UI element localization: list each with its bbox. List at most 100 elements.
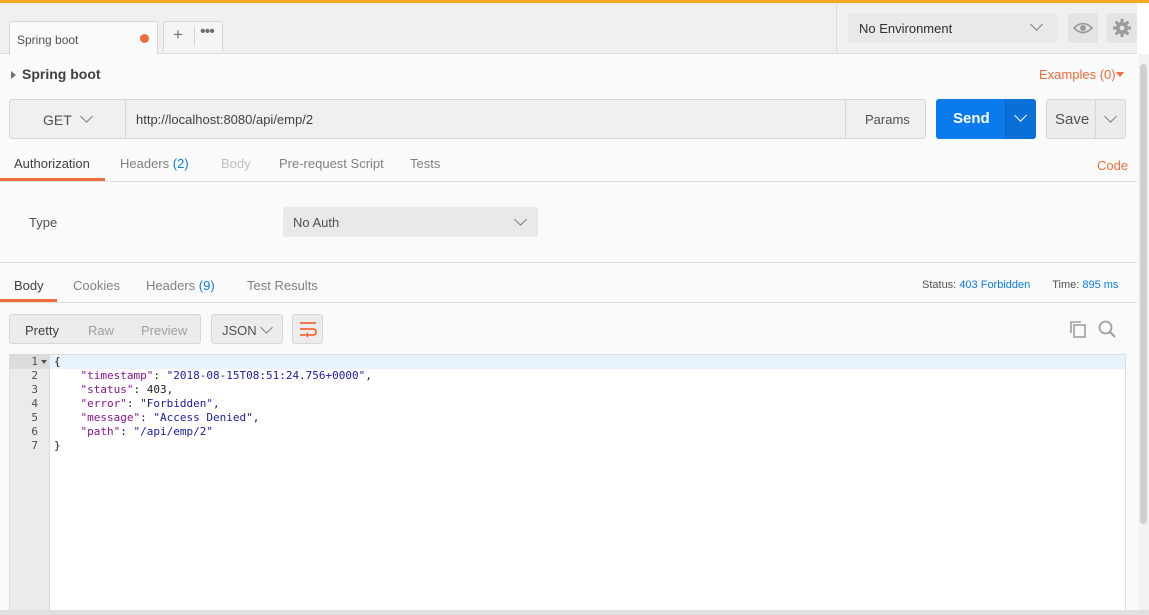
environment-select-value: No Environment: [859, 21, 953, 36]
json-value: "/api/emp/2": [133, 425, 213, 438]
json-value: "Forbidden": [140, 397, 213, 410]
environment-quick-look-button[interactable]: [1068, 13, 1098, 43]
json-comma: ,: [166, 383, 174, 396]
auth-type-value: No Auth: [293, 215, 340, 230]
send-label: Send: [953, 110, 990, 127]
preview-button[interactable]: Preview: [141, 323, 187, 338]
time-label: Time:: [1052, 279, 1080, 291]
tab-response-headers-count: (9): [198, 278, 215, 293]
json-value: "Access Denied": [153, 411, 253, 424]
save-label: Save: [1055, 111, 1090, 128]
scrollbar-thumb[interactable]: [1140, 64, 1147, 524]
chevron-down-icon: [260, 321, 273, 334]
vertical-scrollbar[interactable]: [1138, 54, 1149, 615]
wrap-lines-icon: [300, 322, 317, 338]
method-select[interactable]: GET: [10, 100, 126, 138]
line-number: 1: [31, 355, 38, 368]
code-line-status: "status": 403,: [80, 383, 174, 396]
request-tab-label: Spring boot: [17, 33, 79, 47]
chevron-down-icon: [1014, 109, 1027, 122]
url-input[interactable]: [127, 100, 845, 138]
tab-body[interactable]: Body: [221, 156, 251, 171]
tab-test-results[interactable]: Test Results: [247, 278, 318, 293]
status-value[interactable]: 403 Forbidden: [959, 279, 1030, 291]
save-options-button[interactable]: [1095, 99, 1126, 139]
response-divider: [0, 262, 1137, 263]
environment-divider: [836, 3, 837, 53]
more-tabs-icon[interactable]: •••: [200, 23, 215, 41]
gear-icon: [1113, 19, 1131, 37]
raw-button[interactable]: Raw: [88, 323, 114, 338]
tab-headers-label: Headers: [120, 156, 170, 171]
line-number: 2: [31, 369, 38, 382]
active-line-highlight: [50, 355, 1125, 369]
tab-response-cookies[interactable]: Cookies: [73, 278, 120, 293]
code-line-path: "path": "/api/emp/2": [80, 425, 213, 438]
pretty-button[interactable]: Pretty: [25, 323, 59, 338]
tab-response-headers[interactable]: Headers (9): [146, 278, 215, 293]
tab-actions-divider: [194, 26, 195, 46]
tab-response-body[interactable]: Body: [14, 278, 44, 293]
json-key: "message": [80, 411, 141, 424]
json-comma: ,: [365, 369, 372, 382]
auth-type-select[interactable]: No Auth: [283, 207, 538, 237]
json-comma: ,: [212, 397, 220, 410]
save-button[interactable]: Save: [1046, 99, 1096, 139]
params-button[interactable]: Params: [845, 100, 926, 138]
json-key: "path": [80, 425, 121, 438]
json-value: "2018-08-15T08:51:24.756+0000": [166, 369, 366, 382]
tab-authorization[interactable]: Authorization: [14, 156, 90, 171]
tab-tests[interactable]: Tests: [410, 156, 440, 171]
time-value[interactable]: 895 ms: [1082, 279, 1118, 291]
examples-caret-icon: [1116, 72, 1124, 77]
send-options-button[interactable]: [1005, 99, 1036, 139]
json-key: "status": [80, 383, 134, 396]
wrap-lines-button[interactable]: [292, 314, 323, 344]
format-value: JSON: [222, 323, 257, 338]
json-key: "timestamp": [80, 369, 154, 382]
response-tabs-divider: [0, 302, 1137, 303]
unsaved-dot-icon: [140, 34, 149, 43]
eye-icon: [1073, 22, 1093, 34]
response-body-editor[interactable]: 1 2 3 4 5 6 7 { "timestamp": "2018-08-15…: [9, 354, 1126, 615]
chevron-down-icon: [1104, 110, 1117, 123]
code-line-open-brace: {: [54, 355, 61, 368]
line-number: 3: [31, 383, 38, 396]
tab-headers[interactable]: Headers (2): [120, 156, 189, 171]
json-value: 403: [146, 383, 167, 396]
collection-title[interactable]: Spring boot: [22, 66, 101, 82]
status-label: Status:: [922, 279, 957, 291]
search-icon[interactable]: [1097, 319, 1117, 339]
code-line-timestamp: "timestamp": "2018-08-15T08:51:24.756+00…: [80, 369, 372, 382]
bottom-edge: [0, 610, 1149, 615]
tab-prerequest-script[interactable]: Pre-request Script: [279, 156, 384, 171]
copy-icon[interactable]: [1068, 319, 1088, 339]
view-mode-group: Pretty Raw Preview: [9, 314, 201, 344]
format-select[interactable]: JSON: [211, 314, 283, 344]
settings-button[interactable]: [1107, 13, 1137, 43]
fold-caret-icon[interactable]: [41, 360, 47, 364]
line-number: 5: [31, 411, 38, 424]
code-line-message: "message": "Access Denied",: [80, 411, 260, 424]
chevron-down-icon: [80, 110, 93, 123]
caret-right-icon[interactable]: [11, 71, 16, 79]
chevron-down-icon: [1030, 18, 1043, 31]
request-tab[interactable]: Spring boot: [9, 21, 158, 54]
url-bar: GET Params: [9, 99, 926, 139]
params-label: Params: [865, 112, 910, 127]
response-status: Status: 403 Forbidden Time: 895 ms: [922, 279, 1118, 291]
chevron-down-icon: [514, 213, 527, 226]
line-number: 4: [31, 397, 38, 410]
json-comma: ,: [252, 411, 260, 424]
request-tabs-divider: [0, 181, 1137, 182]
environment-select[interactable]: No Environment: [848, 13, 1057, 43]
new-tab-plus-icon[interactable]: +: [173, 25, 183, 45]
code-link[interactable]: Code: [1097, 158, 1128, 173]
examples-dropdown[interactable]: Examples (0): [1039, 67, 1116, 82]
auth-type-label: Type: [29, 215, 58, 230]
tab-actions: + •••: [163, 21, 223, 51]
line-number: 7: [31, 439, 38, 452]
method-value: GET: [43, 112, 72, 128]
code-line-error: "error": "Forbidden",: [80, 397, 220, 410]
send-button[interactable]: Send: [936, 99, 1005, 139]
